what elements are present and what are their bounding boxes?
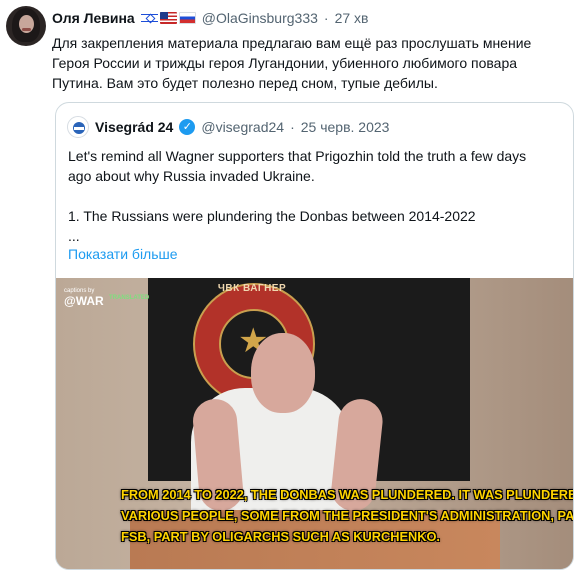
russia-flag-icon — [178, 12, 196, 24]
usa-flag-icon — [159, 12, 177, 24]
tweet-text-line: Для закрепления материала предлагаю вам … — [52, 35, 532, 51]
banner-text: ЧВК ВАГНЕР — [217, 283, 287, 294]
subtitle-line: VARIOUS PEOPLE, SOME FROM THE PRESIDENT'… — [121, 508, 573, 523]
watermark-handle: @WAR — [64, 294, 104, 308]
author-flags — [140, 12, 196, 24]
subtitle-line: FROM 2014 TO 2022, THE DONBAS WAS PLUNDE… — [121, 487, 573, 502]
subtitle-line: FSB, PART BY OLIGARCHS SUCH AS KURCHENKO… — [121, 529, 440, 544]
quoted-header-separator: · — [290, 119, 295, 135]
quoted-author-handle[interactable]: @visegrad24 — [201, 119, 284, 135]
quoted-tweet-header: Visegrád 24 ✓ @visegrad24 · 25 черв. 202… — [67, 116, 389, 138]
quoted-text-line: 1. The Russians were plundering the Donb… — [68, 208, 476, 224]
quoted-author-avatar[interactable] — [67, 116, 89, 138]
quoted-text-line: ... — [68, 228, 80, 244]
author-avatar[interactable] — [6, 6, 46, 46]
video-watermark: captions by @WAR TRANSLATED — [64, 288, 149, 307]
tweet-text-line: Путина. Вам это будет полезно перед сном… — [52, 75, 438, 91]
video-subtitles: FROM 2014 TO 2022, THE DONBAS WAS PLUNDE… — [121, 484, 573, 547]
quoted-date[interactable]: 25 черв. 2023 — [301, 119, 390, 135]
tweet-card[interactable]: Оля Левина @OlaGinsburg333 · 27 хв Для з… — [0, 0, 585, 577]
speaker-head — [251, 333, 315, 413]
quoted-author-name[interactable]: Visegrád 24 — [95, 119, 173, 135]
quoted-tweet-text: Let's remind all Wagner supporters that … — [68, 146, 561, 246]
tweet-header: Оля Левина @OlaGinsburg333 · 27 хв — [52, 8, 368, 28]
author-name[interactable]: Оля Левина — [52, 10, 135, 26]
quoted-text-line: ago about why Russia invaded Ukraine. — [68, 168, 315, 184]
video-preview[interactable]: ★ ЧВК ВАГНЕР captions by @WAR TRANSLATED… — [56, 278, 573, 569]
tweet-text-line: Героя России и трижды героя Лугандонии, … — [52, 55, 518, 71]
tweet-text: Для закрепления материала предлагаю вам … — [52, 33, 572, 93]
header-separator: · — [323, 10, 329, 26]
israel-flag-icon — [140, 12, 158, 24]
author-handle[interactable]: @OlaGinsburg333 — [202, 10, 318, 26]
avatar-smile — [22, 28, 31, 31]
show-more-link[interactable]: Показати більше — [68, 246, 178, 262]
verified-badge-icon: ✓ — [179, 119, 196, 135]
quoted-tweet[interactable]: Visegrád 24 ✓ @visegrad24 · 25 черв. 202… — [55, 102, 574, 570]
watermark-subtext: TRANSLATED — [109, 295, 150, 301]
quoted-text-line: Let's remind all Wagner supporters that … — [68, 148, 527, 164]
tweet-timestamp[interactable]: 27 хв — [335, 10, 369, 26]
